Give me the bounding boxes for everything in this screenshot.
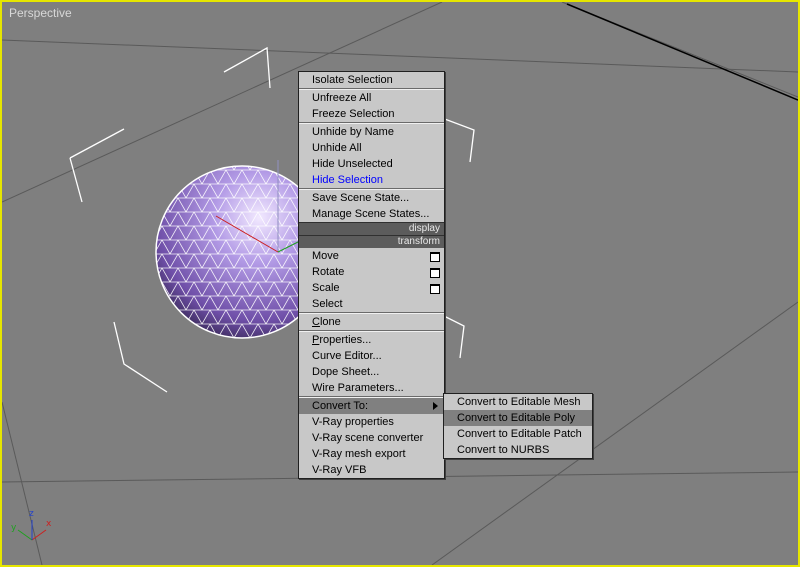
menu-item-label: Move (312, 250, 339, 262)
menu-item-manage-scene-states[interactable]: Manage Scene States... (299, 206, 444, 222)
svg-text:y: y (11, 523, 17, 533)
submenu-item-editable-mesh[interactable]: Convert to Editable Mesh (444, 394, 592, 410)
settings-box-icon[interactable] (430, 284, 440, 294)
menu-item-convert-to[interactable]: Convert To: (299, 398, 444, 414)
menu-item-label: Convert To: (312, 400, 369, 412)
menu-item-unfreeze-all[interactable]: Unfreeze All (299, 90, 444, 106)
menu-item-rotate[interactable]: Rotate (299, 264, 444, 280)
menu-item-label: Rotate (312, 266, 345, 278)
menu-item-hide-selection[interactable]: Hide Selection (299, 172, 444, 188)
menu-item-wire-parameters[interactable]: Wire Parameters... (299, 380, 444, 396)
menu-item-label: Scale (312, 282, 340, 294)
viewport-label[interactable]: Perspective (9, 6, 72, 20)
menu-item-vray-vfb[interactable]: V-Ray VFB (299, 462, 444, 478)
convert-to-submenu: Convert to Editable Mesh Convert to Edit… (443, 393, 593, 459)
menu-item-unhide-all[interactable]: Unhide All (299, 140, 444, 156)
menu-item-clone[interactable]: Clone (299, 314, 444, 330)
axis-tripod-icon: x y z (11, 509, 52, 541)
submenu-item-nurbs[interactable]: Convert to NURBS (444, 442, 592, 458)
menu-item-dope-sheet[interactable]: Dope Sheet... (299, 364, 444, 380)
menu-item-hide-unselected[interactable]: Hide Unselected (299, 156, 444, 172)
menu-item-curve-editor[interactable]: Curve Editor... (299, 348, 444, 364)
svg-text:x: x (46, 519, 52, 529)
menu-item-properties[interactable]: Properties... (299, 332, 444, 348)
quad-header-transform: transform (299, 235, 444, 248)
menu-item-vray-mesh-export[interactable]: V-Ray mesh export (299, 446, 444, 462)
menu-item-save-scene-state[interactable]: Save Scene State... (299, 190, 444, 206)
settings-box-icon[interactable] (430, 268, 440, 278)
submenu-item-editable-patch[interactable]: Convert to Editable Patch (444, 426, 592, 442)
settings-box-icon[interactable] (430, 252, 440, 262)
menu-item-unhide-by-name[interactable]: Unhide by Name (299, 124, 444, 140)
quad-header-display: display (299, 222, 444, 235)
svg-text:z: z (29, 509, 34, 519)
menu-item-isolate-selection[interactable]: Isolate Selection (299, 72, 444, 88)
dark-grid-axis (566, 3, 798, 101)
menu-item-select[interactable]: Select (299, 296, 444, 312)
menu-item-vray-properties[interactable]: V-Ray properties (299, 414, 444, 430)
menu-item-freeze-selection[interactable]: Freeze Selection (299, 106, 444, 122)
quad-menu: Isolate Selection Unfreeze All Freeze Se… (298, 71, 445, 479)
menu-item-move[interactable]: Move (299, 248, 444, 264)
submenu-arrow-icon (433, 402, 438, 410)
submenu-item-editable-poly[interactable]: Convert to Editable Poly (444, 410, 592, 426)
menu-item-vray-scene-converter[interactable]: V-Ray scene converter (299, 430, 444, 446)
menu-item-scale[interactable]: Scale (299, 280, 444, 296)
